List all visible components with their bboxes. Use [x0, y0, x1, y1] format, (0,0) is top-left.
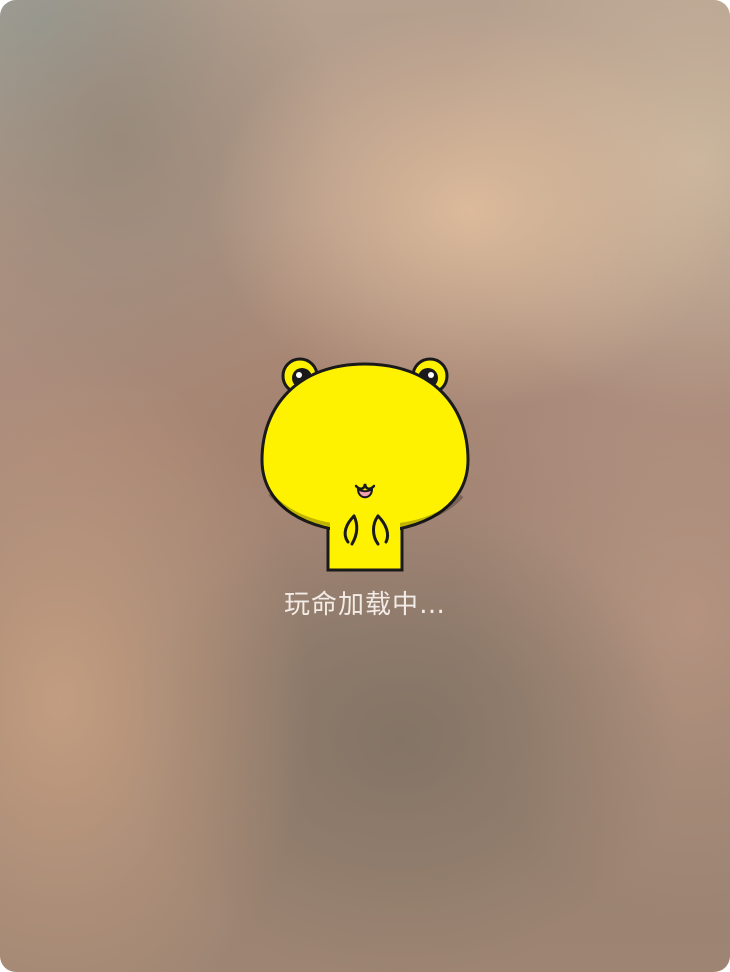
app-screen: 玩命加载中… [0, 0, 730, 972]
bear-mascot-icon [260, 357, 470, 572]
loading-text: 玩命加载中… [283, 590, 446, 620]
bear-head [260, 362, 470, 534]
loading-overlay: 玩命加载中… [0, 0, 730, 972]
